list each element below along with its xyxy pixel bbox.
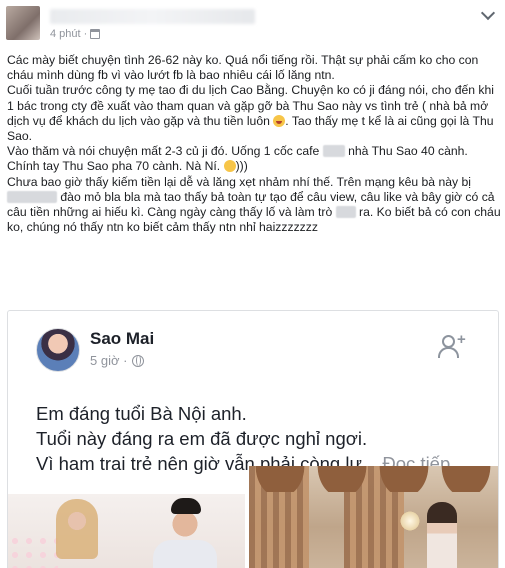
flower-decoration (8, 534, 58, 568)
post-paragraph: Chưa bao giờ thấy kiếm tiền lại dễ và lă… (7, 175, 501, 236)
post-text-fragment: đào mỏ bla bla mà tao thấy bả toàn tự tạ… (60, 189, 287, 204)
photo-figure (427, 502, 457, 568)
meta-dot: · (83, 28, 88, 40)
post-text-fragment: ))) (235, 159, 248, 174)
shared-author-name[interactable]: Sao Mai (90, 329, 154, 349)
post-body: Các mày biết chuyện tình 26-62 này ko. Q… (7, 53, 501, 235)
redacted-word (322, 145, 345, 158)
author-name-redacted[interactable] (50, 9, 255, 24)
redacted-word (335, 206, 356, 219)
add-friend-icon[interactable]: + (438, 331, 468, 359)
redacted-word (7, 190, 57, 203)
add-friend-body (438, 347, 459, 358)
post-header: 4 phút · (0, 0, 505, 48)
globe-icon (132, 354, 145, 367)
shared-post-text: Em đáng tuổi Bà Nội anh. Tuổi này đáng r… (36, 401, 486, 476)
chevron-down-icon[interactable] (480, 5, 496, 21)
post-paragraph: Vào thăm và nói chuyện mất 2-3 củ ji đó.… (7, 144, 501, 174)
shared-post-time[interactable]: 5 giờ · (90, 353, 127, 368)
curtain-valance (249, 466, 498, 492)
author-avatar[interactable] (6, 6, 40, 40)
post-time[interactable]: 4 phút (50, 28, 81, 40)
smile-emoji-icon (223, 160, 236, 173)
shared-photo-left[interactable] (8, 494, 245, 568)
shared-post-card[interactable]: Sao Mai 5 giờ · + Em đáng tuổi Bà Nội an… (7, 310, 499, 568)
shared-post-meta: 5 giờ · (90, 353, 145, 368)
photo-figure (64, 506, 90, 536)
shared-line: Tuổi này đáng ra em đã được nghỉ ngơi. (36, 428, 368, 449)
post-paragraph: Các mày biết chuyện tình 26-62 này ko. Q… (7, 53, 482, 83)
shared-author-avatar[interactable] (36, 328, 80, 372)
photo-figure (171, 498, 201, 514)
post-text-fragment: Chưa bao giờ thấy kiếm tiền lại dễ và lă… (7, 174, 471, 189)
post-paragraph: Cuối tuần trước công ty mẹ tao đi du lịc… (7, 83, 501, 144)
post-meta: 4 phút · (50, 28, 101, 40)
calendar-icon (90, 29, 101, 39)
chandelier (399, 510, 421, 532)
photo-figure (153, 540, 217, 568)
laughing-emoji-icon (273, 114, 286, 127)
post-text-fragment: Vào thăm và nói chuyện mất 2-3 củ ji đó.… (7, 144, 320, 159)
shared-photo-right[interactable] (249, 466, 498, 568)
plus-icon: + (457, 331, 466, 348)
shared-line: Em đáng tuổi Bà Nội anh. (36, 403, 247, 424)
